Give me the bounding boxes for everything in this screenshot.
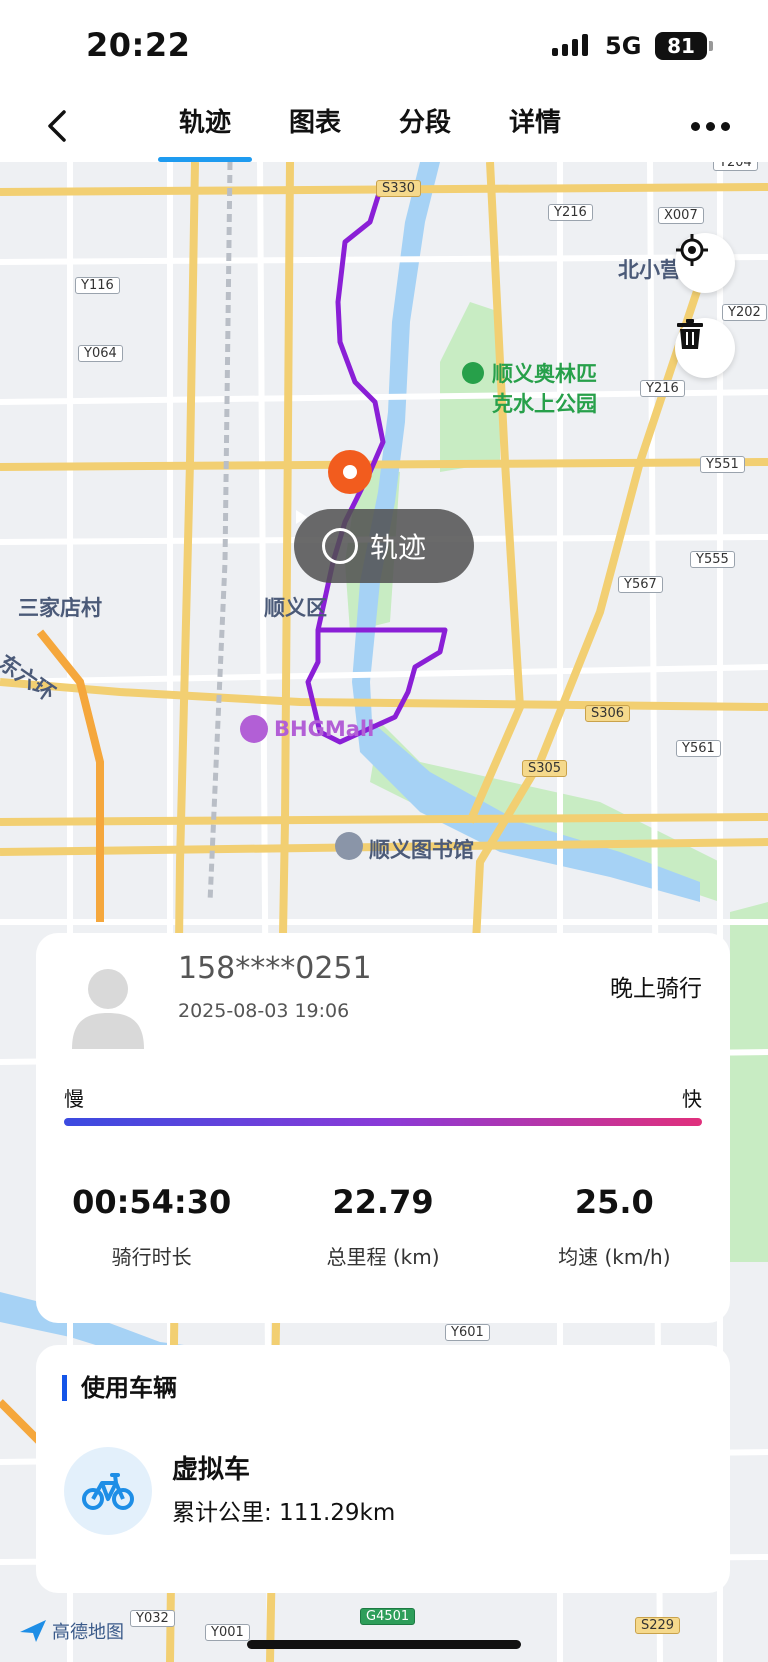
place-label-text: BHGMall — [274, 717, 375, 741]
play-track-label: 轨迹 — [370, 531, 427, 564]
more-dots-icon[interactable] — [691, 122, 730, 131]
ride-stats: 00:54:30 骑行时长 22.79 总里程 (km) 25.0 均速 (km… — [36, 1183, 730, 1270]
tab-chart[interactable]: 图表 — [260, 90, 370, 162]
play-track-button[interactable]: 轨迹 — [294, 509, 474, 583]
stat-value: 00:54:30 — [72, 1183, 232, 1221]
clock: 20:22 — [86, 26, 191, 64]
road-label: Y551 — [700, 456, 745, 473]
network-type: 5G — [605, 32, 642, 60]
speed-slow-label: 慢 — [64, 1087, 84, 1111]
place-label-text: 顺义图书馆 — [369, 838, 474, 862]
trash-icon — [677, 319, 703, 349]
road-label: X007 — [658, 207, 704, 224]
shopping-icon — [240, 715, 268, 743]
library-pin-icon — [335, 832, 363, 860]
stat-value: 22.79 — [332, 1183, 434, 1221]
road-label: Y032 — [130, 1610, 175, 1627]
stat-label: 骑行时长 — [111, 1245, 192, 1269]
nav-bar: 轨迹 图表 分段 详情 — [0, 90, 768, 162]
home-indicator[interactable] — [247, 1640, 521, 1649]
tab-details[interactable]: 详情 — [480, 90, 590, 162]
battery-icon: 81 — [655, 32, 713, 60]
stat-value: 25.0 — [574, 1183, 654, 1221]
road-label: Y216 — [640, 380, 685, 397]
locate-icon — [676, 234, 708, 266]
road-label: Y202 — [722, 304, 767, 321]
speed-gradient-bar — [64, 1118, 702, 1126]
tab-bar: 轨迹 图表 分段 详情 — [150, 90, 590, 162]
signal-icon — [552, 34, 588, 56]
locate-button[interactable] — [675, 233, 735, 293]
road-label: Y216 — [548, 204, 593, 221]
road-label: Y561 — [676, 740, 721, 757]
ride-datetime: 2025-08-03 19:06 — [178, 1000, 350, 1022]
avatar — [72, 963, 144, 1049]
place-label: 三家店村 — [18, 596, 102, 620]
road-label: Y064 — [78, 345, 123, 362]
road-label: S330 — [376, 180, 422, 197]
road-label: Y601 — [445, 1324, 490, 1341]
section-title: 使用车辆 — [62, 1375, 177, 1401]
tab-track[interactable]: 轨迹 — [150, 90, 260, 162]
road-label: S305 — [522, 760, 568, 777]
map-brand-label: 高德地图 — [52, 1622, 124, 1643]
stat-label: 总里程 (km) — [326, 1245, 440, 1269]
speed-fast-label: 快 — [682, 1087, 702, 1111]
road-label: G4501 — [360, 1608, 416, 1625]
stat-label: 均速 (km/h) — [558, 1245, 671, 1269]
play-icon — [296, 510, 358, 564]
stat-distance: 22.79 总里程 (km) — [267, 1183, 498, 1270]
ride-summary-card: 158****0251 2025-08-03 19:06 晚上骑行 慢 快 00… — [36, 933, 730, 1323]
road-label: Y001 — [205, 1624, 250, 1641]
stat-avg-speed: 25.0 均速 (km/h) — [499, 1183, 730, 1270]
stat-duration: 00:54:30 骑行时长 — [36, 1183, 267, 1270]
place-label: 顺义区 — [264, 596, 327, 620]
user-phone: 158****0251 — [178, 951, 372, 986]
vehicle-total-distance: 累计公里: 111.29km — [172, 1500, 396, 1526]
vehicle-name: 虚拟车 — [172, 1455, 251, 1485]
place-label: 顺义图书馆 — [335, 832, 474, 864]
ride-name[interactable]: 晚上骑行 — [610, 969, 702, 1003]
delete-button[interactable] — [675, 318, 735, 378]
status-bar: 20:22 5G 81 — [0, 0, 768, 90]
place-label: 北小营 — [618, 258, 681, 282]
road-label: Y116 — [75, 277, 120, 294]
chevron-left-icon[interactable] — [40, 108, 76, 144]
amap-logo-icon — [20, 1620, 46, 1642]
place-label: BHGMall — [240, 715, 375, 743]
road-label: Y555 — [690, 551, 735, 568]
tab-segments[interactable]: 分段 — [370, 90, 480, 162]
bike-icon — [64, 1447, 152, 1535]
road-label: S229 — [635, 1617, 681, 1634]
road-label: S306 — [585, 705, 631, 722]
park-pin-icon — [462, 362, 484, 384]
place-label-line1: 顺义奥林匹 — [492, 362, 597, 386]
road-label: Y204 — [713, 162, 758, 171]
place-label-line2: 克水上公园 — [492, 392, 597, 416]
map-brand: 高德地图 — [20, 1618, 124, 1644]
road-label: Y567 — [618, 576, 663, 593]
place-label: 顺义奥林匹 克水上公园 — [462, 358, 597, 418]
vehicle-card[interactable]: 使用车辆 虚拟车 累计公里: 111.29km — [36, 1345, 730, 1593]
